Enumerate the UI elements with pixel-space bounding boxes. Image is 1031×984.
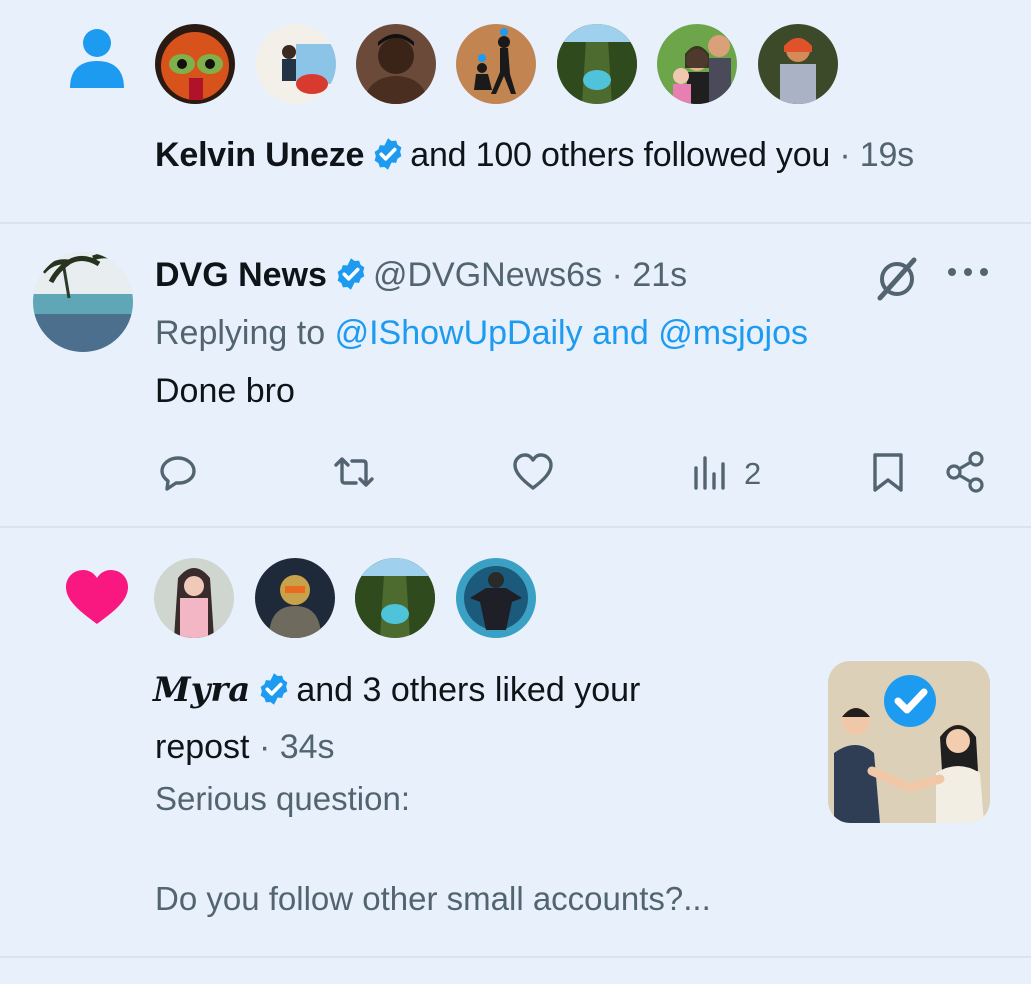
reply-user-link[interactable]: @msjojos [658,314,808,352]
tweet[interactable]: DVG News @DVGNews6s · 21s Replying to @IS… [0,224,1031,526]
tweet-handle[interactable]: @DVGNews6s [373,256,602,294]
retweet-button[interactable] [332,450,376,494]
like-text-line1: and 3 others liked your [296,671,641,709]
grok-icon[interactable] [872,254,922,304]
views-button[interactable] [690,450,734,494]
more-icon[interactable] [946,262,990,282]
follow-separator: · [839,136,851,174]
dvg-news-avatar[interactable] [33,252,133,352]
like-icon [513,453,553,490]
liker-avatar-1[interactable] [154,558,234,638]
like-text-line2-row: repost · 34s [155,728,335,767]
reply-icon [160,456,196,491]
follow-text: and 100 others followed you [410,136,831,174]
like-actor-name[interactable]: Myra [153,670,250,710]
like-notification-text: Myra and 3 others liked your [153,670,640,710]
like-time: 34s [279,728,335,766]
liker-avatar-4[interactable] [456,558,536,638]
divider [0,956,1031,958]
tweet-separator: · [611,256,623,294]
reply-and-text: and [592,314,649,352]
heart-icon [66,570,128,624]
bookmark-icon [873,453,903,492]
share-button[interactable] [944,450,988,494]
post-preview-line2: Do you follow other small accounts?... [155,880,711,917]
follow-actor-name[interactable]: Kelvin Uneze [155,136,364,174]
follower-avatar-7[interactable] [758,24,838,104]
reply-user-link[interactable]: @IShowUpDaily [335,314,583,352]
verified-icon [374,138,402,170]
follow-notification[interactable]: Kelvin Uneze and 100 others followed you … [0,0,1031,222]
follow-time: 19s [859,136,914,174]
follower-avatar-4[interactable] [456,24,536,104]
verified-icon [260,673,288,705]
like-text-line2: repost [155,728,250,766]
like-notification[interactable]: Myra and 3 others liked your repost · 34s… [0,528,1031,958]
follower-avatar-3[interactable] [356,24,436,104]
follow-notification-text: Kelvin Uneze and 100 others followed you … [155,136,914,175]
bookmark-button[interactable] [866,450,910,494]
follower-avatar-1[interactable] [155,24,235,104]
views-count: 2 [744,456,762,491]
like-separator: · [258,728,271,766]
replying-to: Replying to @IShowUpDaily and @msjojos [155,314,808,353]
reply-button[interactable] [156,450,200,494]
retweet-icon [334,457,374,487]
like-button[interactable] [511,450,555,494]
post-thumbnail[interactable] [828,661,990,823]
tweet-time: 21s [632,256,688,294]
views-icon [694,456,725,490]
tweet-display-name[interactable]: DVG News [155,256,327,294]
follower-avatar-6[interactable] [657,24,737,104]
verified-icon [337,258,365,290]
share-icon [946,451,984,493]
tweet-header: DVG News @DVGNews6s · 21s [155,256,687,295]
replying-prefix: Replying to [155,314,326,352]
liker-avatar-2[interactable] [255,558,335,638]
follower-avatar-2[interactable] [256,24,336,104]
person-icon [70,29,124,88]
liker-avatar-3[interactable] [355,558,435,638]
follower-avatar-5[interactable] [557,24,637,104]
tweet-body: Done bro [155,372,295,410]
post-preview-line1: Serious question: [155,780,410,817]
